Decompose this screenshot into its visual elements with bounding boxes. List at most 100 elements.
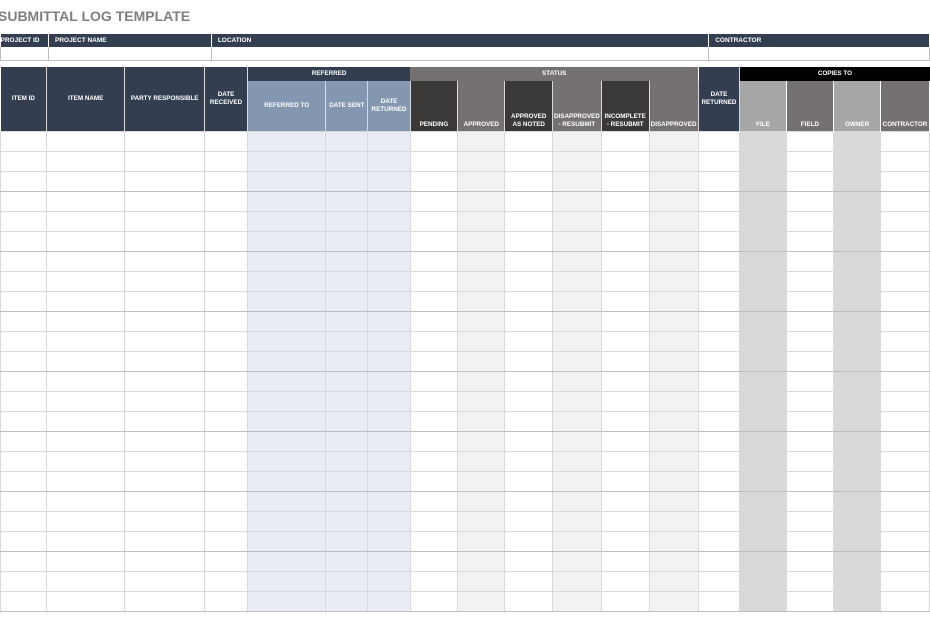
table-cell[interactable] [879,291,930,312]
table-cell[interactable] [367,171,411,192]
table-cell[interactable] [648,251,699,272]
table-cell[interactable] [0,151,48,172]
table-cell[interactable] [551,411,602,432]
table-cell[interactable] [785,491,835,512]
table-cell[interactable] [879,551,930,572]
table-cell[interactable] [697,211,741,232]
table-cell[interactable] [551,471,602,492]
table-cell[interactable] [46,391,126,412]
table-cell[interactable] [204,151,248,172]
table-cell[interactable] [0,411,48,432]
table-cell[interactable] [0,131,48,152]
table-cell[interactable] [879,571,930,592]
table-cell[interactable] [46,151,126,172]
table-cell[interactable] [204,591,248,612]
table-cell[interactable] [833,151,881,172]
table-cell[interactable] [648,591,699,612]
table-cell[interactable] [457,451,506,472]
table-cell[interactable] [551,151,602,172]
table-cell[interactable] [46,291,126,312]
table-cell[interactable] [648,471,699,492]
table-cell[interactable] [246,311,327,332]
table-cell[interactable] [739,331,787,352]
table-cell[interactable] [697,491,741,512]
table-cell[interactable] [833,131,881,152]
table-cell[interactable] [833,551,881,572]
table-cell[interactable] [739,251,787,272]
table-cell[interactable] [124,491,206,512]
table-cell[interactable] [409,431,459,452]
table-cell[interactable] [785,551,835,572]
table-cell[interactable] [697,151,741,172]
table-cell[interactable] [246,231,327,252]
table-cell[interactable] [785,531,835,552]
project-id-cell[interactable] [0,47,49,61]
table-cell[interactable] [409,311,459,332]
table-cell[interactable] [697,451,741,472]
table-cell[interactable] [457,211,506,232]
table-cell[interactable] [0,431,48,452]
table-cell[interactable] [124,271,206,292]
table-cell[interactable] [504,471,553,492]
table-cell[interactable] [600,471,650,492]
table-cell[interactable] [504,571,553,592]
table-cell[interactable] [504,411,553,432]
table-cell[interactable] [504,271,553,292]
table-cell[interactable] [124,331,206,352]
table-cell[interactable] [697,591,741,612]
table-cell[interactable] [204,351,248,372]
table-cell[interactable] [124,291,206,312]
table-cell[interactable] [124,511,206,532]
table-cell[interactable] [246,471,327,492]
table-cell[interactable] [648,331,699,352]
table-cell[interactable] [325,271,369,292]
table-cell[interactable] [648,191,699,212]
table-cell[interactable] [648,151,699,172]
table-cell[interactable] [600,271,650,292]
table-cell[interactable] [551,491,602,512]
table-cell[interactable] [325,551,369,572]
contractor-cell[interactable] [708,47,930,61]
table-cell[interactable] [697,191,741,212]
table-cell[interactable] [46,411,126,432]
table-cell[interactable] [124,251,206,272]
table-cell[interactable] [600,491,650,512]
table-cell[interactable] [879,491,930,512]
table-cell[interactable] [325,591,369,612]
table-cell[interactable] [124,311,206,332]
table-cell[interactable] [551,191,602,212]
table-cell[interactable] [46,571,126,592]
table-cell[interactable] [504,591,553,612]
table-cell[interactable] [833,231,881,252]
table-cell[interactable] [0,551,48,572]
table-cell[interactable] [739,411,787,432]
table-cell[interactable] [785,371,835,392]
table-cell[interactable] [409,291,459,312]
table-cell[interactable] [504,151,553,172]
table-cell[interactable] [409,491,459,512]
table-cell[interactable] [409,571,459,592]
table-cell[interactable] [600,311,650,332]
table-cell[interactable] [124,351,206,372]
table-cell[interactable] [785,331,835,352]
table-cell[interactable] [409,211,459,232]
table-cell[interactable] [457,531,506,552]
table-cell[interactable] [504,551,553,572]
table-cell[interactable] [504,331,553,352]
table-cell[interactable] [325,311,369,332]
table-cell[interactable] [739,511,787,532]
table-cell[interactable] [879,411,930,432]
table-cell[interactable] [0,271,48,292]
table-cell[interactable] [457,191,506,212]
table-cell[interactable] [46,191,126,212]
table-cell[interactable] [457,271,506,292]
table-cell[interactable] [504,371,553,392]
table-cell[interactable] [204,311,248,332]
table-cell[interactable] [409,411,459,432]
table-cell[interactable] [325,331,369,352]
table-cell[interactable] [551,391,602,412]
table-cell[interactable] [325,231,369,252]
table-cell[interactable] [367,591,411,612]
table-cell[interactable] [551,451,602,472]
table-cell[interactable] [739,431,787,452]
